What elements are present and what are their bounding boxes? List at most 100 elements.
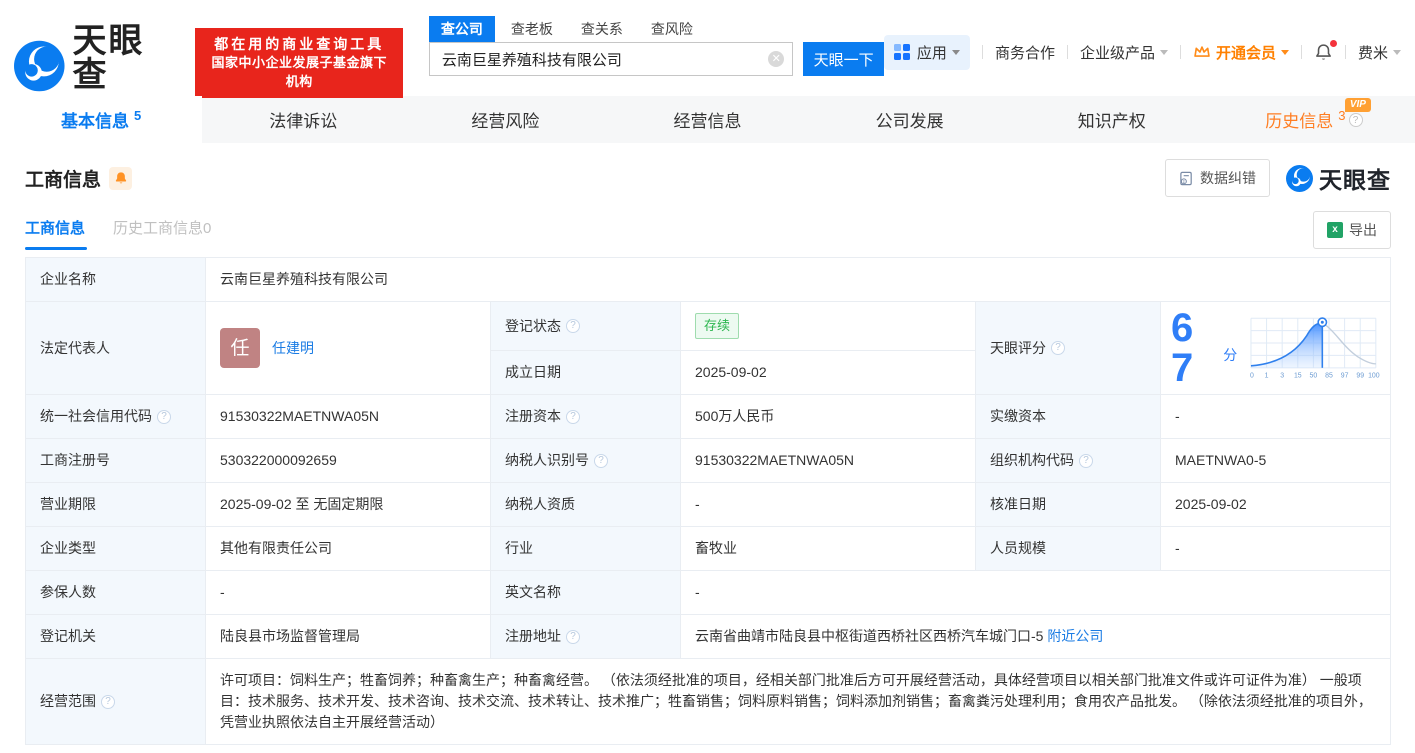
business-cooperation-link[interactable]: 商务合作 [995,42,1055,63]
chevron-down-icon [1159,49,1168,55]
tab-label: 知识产权 [1077,112,1146,131]
help-icon[interactable]: ? [594,453,608,468]
field-label: 人员规模 [975,526,1161,571]
tab-intellectual-property[interactable]: 知识产权 [1011,96,1213,143]
table-row: 参保人数 - 英文名称 - [25,570,1391,615]
tianyancha-logo-icon [14,40,65,91]
tab-label: 经营风险 [471,112,540,131]
subtab-history-business-registration[interactable]: 历史工商信息0 [113,217,211,250]
promo-line2: 国家中小企业发展子基金旗下机构 [211,55,387,90]
promo-line1: 都在用的商业查询工具 [214,36,385,52]
insured-count-value: - [205,570,491,615]
tab-business-info[interactable]: 经营信息 [606,96,808,143]
search-tab-relation[interactable]: 查关系 [569,16,635,42]
field-label: 核准日期 [975,482,1161,527]
tianyancha-logo[interactable]: 天眼查 TianYanCha.com [14,24,177,107]
search-tab-company[interactable]: 查公司 [428,16,495,42]
chevron-down-icon [1393,49,1401,55]
reg-authority-value: 陆良县市场监督管理局 [205,614,491,659]
establish-date-value: 2025-09-02 [680,350,976,395]
apps-menu[interactable]: 应用 [883,34,970,70]
tab-operational-risk[interactable]: 经营风险 [404,96,606,143]
help-icon[interactable]: ? [1079,453,1093,468]
legal-rep-cell: 任 任建明 [205,301,491,395]
help-icon[interactable]: ? [101,694,115,709]
clear-search-icon[interactable]: ✕ [768,51,785,67]
approval-date-value: 2025-09-02 [1160,482,1391,527]
enterprise-products-menu[interactable]: 企业级产品 [1080,42,1168,63]
notification-red-dot [1329,39,1337,47]
watermark-logo-text: 天眼查 [1319,167,1391,193]
tab-basic-info[interactable]: 基本信息 5 [0,96,203,143]
company-nav-tabs: 基本信息 5 法律诉讼 经营风险 经营信息 公司发展 知识产权 历史信息 3 ?… [0,96,1415,143]
enterprise-products-label: 企业级产品 [1079,44,1155,62]
legal-rep-link[interactable]: 任建明 [272,338,314,359]
sub-tab-bar: 工商信息 历史工商信息0 x 导出 [25,211,1391,255]
tab-history-info[interactable]: 历史信息 3 ? VIP [1213,96,1415,143]
watermark-logo: 天眼查 [1286,161,1391,195]
help-icon[interactable]: ? [1051,341,1065,355]
field-label: 纳税人识别号? [490,438,681,483]
subscribe-bell-button[interactable] [109,166,133,190]
search-box[interactable]: ✕ [428,42,794,76]
field-label: 组织机构代码? [975,438,1161,483]
help-icon[interactable]: ? [1348,112,1363,127]
reg-address-cell: 云南省曲靖市陆良县中枢街道西桥社区西桥汽车城门口-5 附近公司 [680,614,1391,659]
header-menu: 应用 商务合作 企业级产品 开通会员 费米 [883,32,1401,72]
tab-label: 历史信息 [1265,112,1334,131]
field-label: 登记状态? [490,301,681,351]
field-label: 纳税人资质 [490,482,681,527]
search-tab-boss[interactable]: 查老板 [499,16,565,42]
page-header: 天眼查 TianYanCha.com 都在用的商业查询工具 国家中小企业发展子基… [0,0,1415,107]
help-icon[interactable]: ? [566,629,580,644]
table-row: 登记机关 陆良县市场监督管理局 注册地址? 云南省曲靖市陆良县中枢街道西桥社区西… [25,614,1391,659]
table-row: 企业类型 其他有限责任公司 行业 畜牧业 人员规模 - [25,526,1391,571]
crown-icon [1194,46,1210,57]
business-term-value: 2025-09-02 至 无固定期限 [205,482,491,527]
svg-text:85: 85 [1325,373,1333,380]
table-row: 法定代表人 任 任建明 登记状态? 存续 天眼评分? 67 分 0 1 3 15… [25,301,1391,395]
tab-label: 基本信息 [60,112,129,131]
divider [981,45,983,59]
notifications-button[interactable] [1314,39,1337,62]
divider [1300,45,1302,59]
search-tabs: 查公司 查老板 查关系 查风险 [428,16,884,42]
chevron-down-icon [951,49,960,55]
main-content: 工商信息 数据纠错 天眼查 工商信息 历史工商信息0 x 导出 企业名称 云南巨… [0,159,1415,745]
subtab-business-registration[interactable]: 工商信息 [25,217,88,250]
svg-text:1: 1 [1265,373,1269,380]
field-label: 成立日期 [490,350,681,395]
english-name-value: - [680,570,1391,615]
search-tab-risk[interactable]: 查风险 [639,16,705,42]
field-label: 工商注册号 [25,438,206,483]
help-icon[interactable]: ? [157,409,171,424]
business-scope-value: 许可项目：饲料生产；牲畜饲养；种畜禽生产；种畜禽经营。 （依法须经批准的项目，经… [205,658,1391,745]
nearby-companies-link[interactable]: 附近公司 [1047,628,1103,644]
help-icon[interactable]: ? [566,409,580,424]
open-vip-menu[interactable]: 开通会员 [1193,42,1289,63]
tab-legal-litigation[interactable]: 法律诉讼 [202,96,404,143]
reg-status-cell: 存续 [680,301,976,351]
help-icon[interactable]: ? [566,319,580,333]
search-area: 查公司 查老板 查关系 查风险 ✕ 天眼一下 [428,16,884,76]
search-input[interactable] [441,50,769,68]
export-button[interactable]: x 导出 [1313,211,1391,249]
table-row: 统一社会信用代码? 91530322MAETNWA05N 注册资本? 500万人… [25,394,1391,439]
table-row: 营业期限 2025-09-02 至 无固定期限 纳税人资质 - 核准日期 202… [25,482,1391,527]
paid-capital-value: - [1160,394,1391,439]
section-header: 工商信息 数据纠错 天眼查 [25,159,1391,197]
svg-text:99: 99 [1357,373,1365,380]
field-label: 行业 [490,526,681,571]
field-label: 注册地址? [490,614,681,659]
section-title: 工商信息 [25,169,102,191]
avatar[interactable]: 任 [220,328,260,368]
vip-badge: VIP [1344,98,1371,112]
user-menu[interactable]: 费米 [1358,42,1401,63]
data-correction-button[interactable]: 数据纠错 [1165,159,1270,197]
svg-text:100: 100 [1368,373,1380,380]
apps-label: 应用 [916,44,947,62]
logo-title: 天眼查 [72,22,145,94]
divider [1344,45,1346,59]
search-button[interactable]: 天眼一下 [803,42,884,76]
tab-company-development[interactable]: 公司发展 [809,96,1011,143]
